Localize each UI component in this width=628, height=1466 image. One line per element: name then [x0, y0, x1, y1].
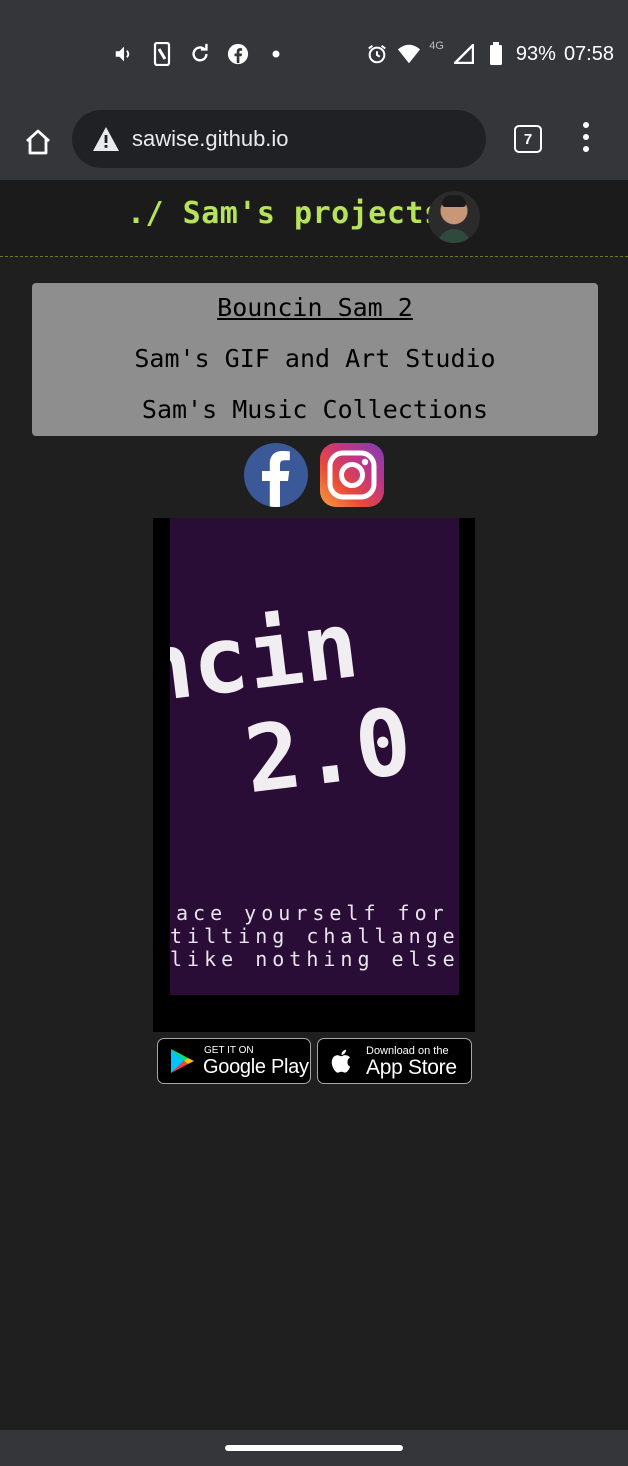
address-bar[interactable]: sawise.github.io — [72, 110, 486, 168]
signal-icon — [452, 40, 476, 68]
status-notification-icons — [112, 40, 288, 68]
facebook-icon[interactable] — [244, 443, 308, 507]
browser-toolbar: sawise.github.io 7 — [0, 108, 628, 180]
video-title-text: ncin — [170, 591, 364, 725]
battery-icon — [484, 40, 508, 68]
more-menu-button[interactable] — [576, 122, 596, 152]
nav-link-bouncin-sam[interactable]: Bouncin Sam 2 — [32, 293, 598, 322]
google-play-icon — [171, 1049, 194, 1073]
apple-icon — [331, 1049, 351, 1073]
site-header: ./ Sam's projects — [0, 180, 628, 257]
clock: 07:58 — [563, 42, 614, 65]
project-nav: Bouncin Sam 2 Sam's GIF and Art Studio S… — [32, 283, 598, 436]
wifi-icon — [397, 40, 421, 68]
alarm-icon — [365, 40, 389, 68]
app-store-badge[interactable]: Download on the App Store — [317, 1038, 472, 1084]
video-tagline-line: like nothing else — [170, 947, 459, 971]
dot-icon — [264, 40, 288, 68]
tab-count: 7 — [523, 130, 533, 148]
tabs-button[interactable]: 7 — [514, 125, 542, 153]
gesture-navigation-bar — [0, 1430, 628, 1466]
home-icon — [26, 129, 50, 155]
sync-icon — [188, 40, 212, 68]
site-title[interactable]: ./ Sam's projects — [127, 196, 443, 231]
volume-icon — [112, 40, 136, 68]
video-tagline-line: tilting challange — [170, 924, 459, 948]
screenshot-icon — [150, 40, 174, 68]
instagram-icon[interactable] — [320, 443, 384, 507]
video-frame: ncin 2.0 ace yourself for tilting challa… — [170, 518, 459, 995]
network-type-label: 4G — [429, 40, 444, 52]
google-play-badge[interactable]: GET IT ON Google Play — [157, 1038, 311, 1084]
battery-percentage: 93% — [515, 42, 556, 65]
video-tagline-line: ace yourself for — [176, 901, 449, 925]
status-system-icons: 4G 93% 07:58 — [365, 40, 614, 68]
more-icon-dot — [583, 122, 589, 128]
nav-link-music-collections[interactable]: Sam's Music Collections — [32, 395, 598, 424]
google-play-small-text: GET IT ON — [204, 1045, 254, 1056]
home-gesture-handle[interactable] — [225, 1445, 403, 1451]
home-button[interactable] — [18, 122, 58, 162]
google-play-big-text: Google Play — [203, 1056, 309, 1078]
nav-link-gif-art-studio[interactable]: Sam's GIF and Art Studio — [32, 344, 598, 373]
video-version-text: 2.0 — [239, 687, 417, 815]
app-store-big-text: App Store — [366, 1056, 457, 1079]
warning-icon[interactable] — [92, 125, 120, 153]
game-preview-video[interactable]: ncin 2.0 ace yourself for tilting challa… — [153, 518, 475, 1032]
url-text[interactable]: sawise.github.io — [132, 126, 289, 152]
status-bar: 4G 93% 07:58 — [0, 0, 628, 108]
avatar — [428, 191, 480, 243]
more-icon-dot — [583, 146, 589, 152]
facebook-notification-icon — [226, 40, 250, 68]
more-icon-dot — [583, 134, 589, 140]
